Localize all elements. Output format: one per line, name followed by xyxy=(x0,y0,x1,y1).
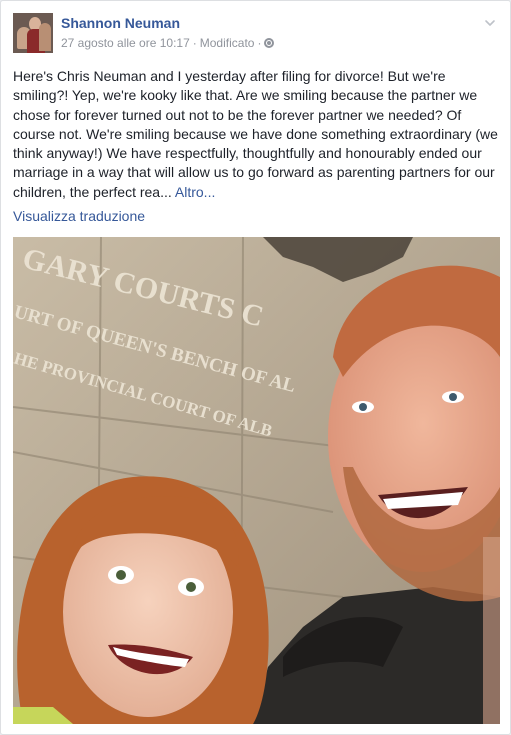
photo-illustration: GARY COURTS C URT OF QUEEN'S BENCH OF AL… xyxy=(13,237,500,724)
post-body: Here's Chris Neuman and I yesterday afte… xyxy=(13,68,498,200)
meta-separator-2: · xyxy=(257,36,262,50)
post-text: Here's Chris Neuman and I yesterday afte… xyxy=(13,67,500,202)
globe-icon[interactable] xyxy=(264,38,275,48)
avatar[interactable] xyxy=(13,13,53,53)
post-header: Shannon Neuman 27 agosto alle ore 10:17 ·… xyxy=(13,13,498,55)
author-name[interactable]: Shannon Neuman xyxy=(61,15,180,31)
more-link[interactable]: Altro... xyxy=(175,184,215,200)
edited-label[interactable]: Modificato xyxy=(200,36,255,50)
meta-separator: · xyxy=(192,36,197,50)
post-card: Shannon Neuman 27 agosto alle ore 10:17 ·… xyxy=(0,0,511,735)
translate-link[interactable]: Visualizza traduzione xyxy=(13,208,145,224)
post-meta: 27 agosto alle ore 10:17 · Modificato · xyxy=(61,36,275,50)
post-timestamp[interactable]: 27 agosto alle ore 10:17 xyxy=(61,36,190,50)
chevron-down-icon[interactable] xyxy=(484,17,496,29)
post-photo[interactable]: GARY COURTS C URT OF QUEEN'S BENCH OF AL… xyxy=(13,237,500,724)
